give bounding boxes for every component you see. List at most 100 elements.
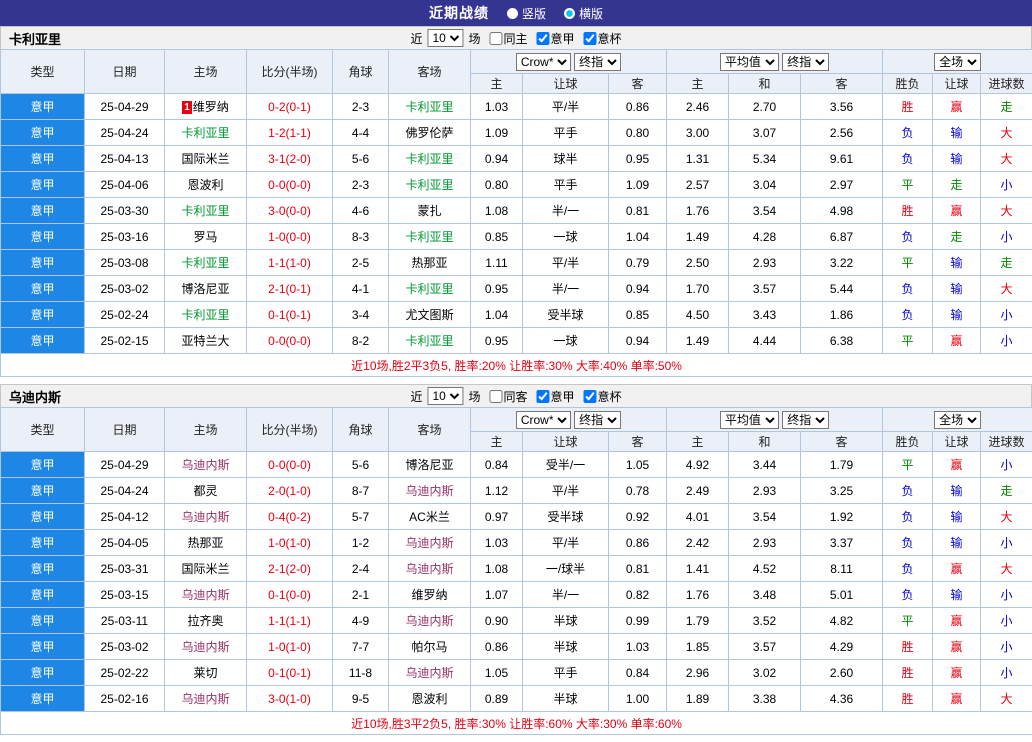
match-row: 意甲25-03-31国际米兰2-1(2-0)2-4乌迪内斯1.08一/球半0.8… [1, 556, 1032, 582]
odds-cell: 1.49 [667, 224, 729, 250]
odds-cell: 1.09 [609, 172, 667, 198]
checkbox-input[interactable] [584, 390, 597, 403]
odds-cell: 3.22 [801, 250, 883, 276]
home-team-name: 亚特兰大 [181, 334, 229, 348]
result-cell: 小 [981, 302, 1032, 328]
bookmaker-select[interactable]: Crow* [516, 411, 571, 429]
odds-cell: 3.54 [729, 198, 801, 224]
radio-icon [564, 8, 575, 19]
odds-cell: 8.11 [801, 556, 883, 582]
filter-checkbox-league[interactable]: 意甲 [531, 388, 575, 405]
result-cell: 负 [883, 478, 933, 504]
home-team-cell: 卡利亚里 [165, 302, 247, 328]
odds-cell: 0.79 [609, 250, 667, 276]
result-cell: 小 [981, 634, 1032, 660]
away-team-name: 卡利亚里 [405, 178, 453, 192]
result-cell: 胜 [883, 94, 933, 120]
score-cell: 2-1(0-1) [247, 276, 333, 302]
index-stage-select[interactable]: 终指 [574, 53, 621, 71]
odds-cell: 0.81 [609, 556, 667, 582]
odds-cell: 0.94 [609, 328, 667, 354]
games-count-select[interactable]: 10 [427, 387, 463, 405]
checkbox-input[interactable] [489, 390, 502, 403]
corners-cell: 5-6 [333, 452, 389, 478]
checkbox-input[interactable] [584, 32, 597, 45]
odds-cell: 3.02 [729, 660, 801, 686]
filter-checkbox-same[interactable]: 同主 [483, 30, 527, 47]
result-cell: 大 [981, 504, 1032, 530]
scope-select[interactable]: 全场 [934, 411, 981, 429]
result-cell: 小 [981, 660, 1032, 686]
date-cell: 25-04-24 [85, 478, 165, 504]
away-team-name: 卡利亚里 [405, 334, 453, 348]
team-section: 卡利亚里 近 10 场 同主 意甲 意杯 类型 日期 [0, 26, 1032, 377]
result-cell: 大 [981, 276, 1032, 302]
sub-header: 客 [801, 74, 883, 94]
sub-header: 让球 [523, 74, 609, 94]
date-cell: 25-04-05 [85, 530, 165, 556]
odds-cell: 0.97 [471, 504, 523, 530]
home-team-cell: 博洛尼亚 [165, 276, 247, 302]
layout-option-vertical[interactable]: 竖版 [507, 5, 546, 22]
games-count-select[interactable]: 10 [427, 29, 463, 47]
odds-cell: 3.44 [729, 452, 801, 478]
filter-checkbox-same[interactable]: 同客 [483, 388, 527, 405]
col-header: 主场 [165, 50, 247, 94]
away-team-name: 蒙扎 [417, 204, 441, 218]
result-cell: 负 [883, 224, 933, 250]
odds-group-header: Crow* 终指 [471, 408, 667, 432]
odds-cell: 一球 [523, 224, 609, 250]
score-cell: 2-1(2-0) [247, 556, 333, 582]
odds-cell: 1.12 [471, 478, 523, 504]
league-cell: 意甲 [1, 120, 85, 146]
corners-cell: 2-3 [333, 172, 389, 198]
match-row: 意甲25-02-24卡利亚里0-1(0-1)3-4尤文图斯1.04受半球0.85… [1, 302, 1032, 328]
result-cell: 输 [933, 530, 981, 556]
odds-cell: 4.92 [667, 452, 729, 478]
index-stage-select[interactable]: 终指 [782, 53, 829, 71]
index-stage-select[interactable]: 终指 [782, 411, 829, 429]
result-cell: 输 [933, 302, 981, 328]
odds-cell: 4.52 [729, 556, 801, 582]
checkbox-input[interactable] [537, 32, 550, 45]
bookmaker-select[interactable]: Crow* [516, 53, 571, 71]
odds-cell: 0.94 [471, 146, 523, 172]
average-select[interactable]: 平均值 [720, 411, 779, 429]
filter-checkbox-league[interactable]: 意甲 [531, 30, 575, 47]
odds-cell: 3.07 [729, 120, 801, 146]
scope-select[interactable]: 全场 [934, 53, 981, 71]
away-team-name: 维罗纳 [411, 588, 447, 602]
result-cell: 负 [883, 146, 933, 172]
match-row: 意甲25-03-30卡利亚里3-0(0-0)4-6蒙扎1.08半/一0.811.… [1, 198, 1032, 224]
odds-cell: 0.86 [471, 634, 523, 660]
filter-checkbox-cup[interactable]: 意杯 [578, 388, 622, 405]
layout-option-horizontal[interactable]: 横版 [564, 5, 603, 22]
result-cell: 胜 [883, 686, 933, 712]
away-team-name: 乌迪内斯 [405, 536, 453, 550]
odds-cell: 1.05 [471, 660, 523, 686]
match-row: 意甲25-04-05热那亚1-0(1-0)1-2乌迪内斯1.03平/半0.862… [1, 530, 1032, 556]
index-stage-select[interactable]: 终指 [574, 411, 621, 429]
date-cell: 25-02-15 [85, 328, 165, 354]
odds-cell: 1.41 [667, 556, 729, 582]
odds-cell: 0.80 [471, 172, 523, 198]
odds-cell: 1.08 [471, 556, 523, 582]
checkbox-input[interactable] [537, 390, 550, 403]
odds-cell: 0.86 [609, 530, 667, 556]
result-cell: 走 [981, 478, 1032, 504]
odds-group-header: 平均值 终指 [667, 408, 883, 432]
filter-checkbox-cup[interactable]: 意杯 [578, 30, 622, 47]
home-team-cell: 1维罗纳 [165, 94, 247, 120]
odds-cell: 平手 [523, 172, 609, 198]
league-cell: 意甲 [1, 250, 85, 276]
result-cell: 赢 [933, 452, 981, 478]
date-cell: 25-02-24 [85, 302, 165, 328]
corners-cell: 5-7 [333, 504, 389, 530]
checkbox-input[interactable] [489, 32, 502, 45]
league-cell: 意甲 [1, 608, 85, 634]
corners-cell: 2-1 [333, 582, 389, 608]
away-team-name: 卡利亚里 [405, 100, 453, 114]
average-select[interactable]: 平均值 [720, 53, 779, 71]
score-cell: 3-0(0-0) [247, 198, 333, 224]
date-cell: 25-03-11 [85, 608, 165, 634]
